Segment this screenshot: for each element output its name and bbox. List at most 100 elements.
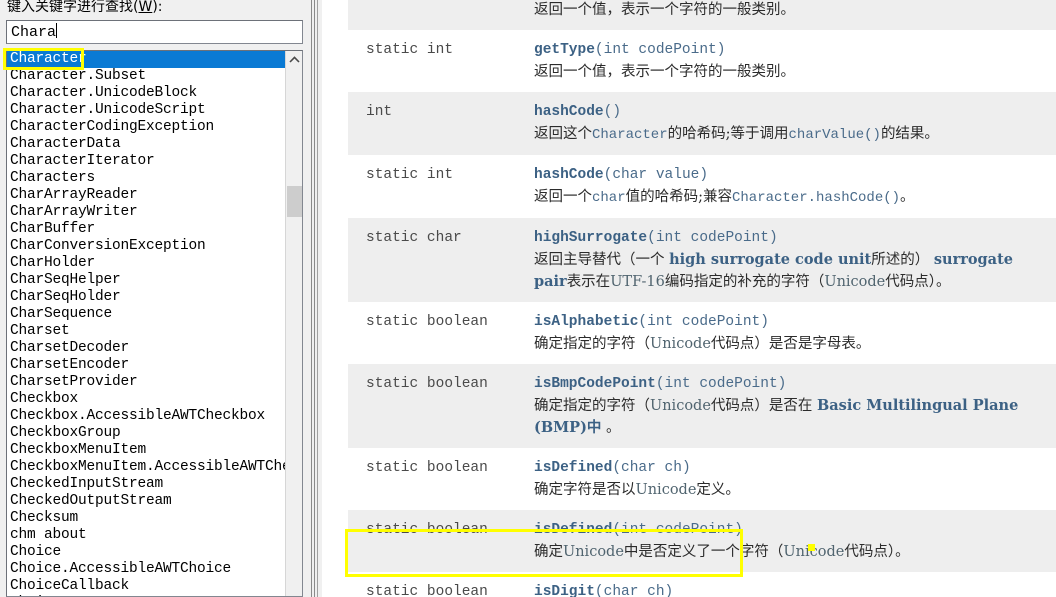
method-signature[interactable]: isBmpCodePoint(int codePoint): [534, 374, 1046, 395]
content-gutter: [322, 0, 348, 597]
index-list-item[interactable]: CharBuffer: [7, 221, 286, 238]
method-row: static int hashCode(char value) 返回一个char值的…: [348, 155, 1056, 218]
method-name-link[interactable]: isDefined: [534, 460, 612, 476]
method-row: static boolean isAlphabetic(int codePoint…: [348, 302, 1056, 364]
method-return-type: static boolean: [366, 584, 488, 597]
index-list-item[interactable]: Checkbox.AccessibleAWTCheckbox: [7, 408, 286, 425]
method-description: 返回一个值，表示一个字符的一般类别。: [534, 2, 795, 18]
method-signature[interactable]: isDigit(char ch): [534, 582, 1046, 597]
method-parameters: (int codePoint): [647, 230, 778, 246]
method-name-link[interactable]: getType: [534, 42, 595, 58]
index-list-item[interactable]: CharacterIterator: [7, 153, 286, 170]
index-list-item[interactable]: ChoiceFormat: [7, 595, 286, 596]
index-list-item[interactable]: CharConversionException: [7, 238, 286, 255]
index-list-item[interactable]: CharsetProvider: [7, 374, 286, 391]
index-list-item[interactable]: CheckboxGroup: [7, 425, 286, 442]
method-return-type: static boolean: [366, 460, 488, 476]
index-list-item[interactable]: CharSeqHelper: [7, 272, 286, 289]
index-list-item[interactable]: CharacterData: [7, 136, 286, 153]
method-body: isDigit(char ch)确定指定的字符是否是数字。: [534, 582, 1056, 597]
index-list-item[interactable]: chm about: [7, 527, 286, 544]
method-parameters: (): [603, 104, 622, 120]
method-name-link[interactable]: isAlphabetic: [534, 314, 638, 330]
index-list-item[interactable]: CharArrayWriter: [7, 204, 286, 221]
index-list-scrollbar[interactable]: [285, 51, 302, 596]
method-signature[interactable]: isAlphabetic(int codePoint): [534, 312, 1046, 333]
index-list-item[interactable]: CheckboxMenuItem: [7, 442, 286, 459]
splitter-line-middle: [314, 0, 315, 597]
method-parameters: (int codePoint): [612, 522, 743, 538]
splitter-line-right: [317, 0, 318, 597]
method-parameters: (int codePoint): [638, 314, 769, 330]
index-list-item[interactable]: CharSequence: [7, 306, 286, 323]
method-parameters: (char value): [603, 167, 709, 183]
index-list-item[interactable]: CheckedInputStream: [7, 476, 286, 493]
index-list-item[interactable]: Character.Subset: [7, 68, 286, 85]
method-name-link[interactable]: hashCode: [534, 104, 604, 120]
method-return-type: int: [366, 104, 393, 120]
index-list-item[interactable]: Checksum: [7, 510, 286, 527]
method-row: static boolean isDigit(char ch)确定指定的字符是否是…: [348, 572, 1056, 597]
index-list-item[interactable]: Character.UnicodeScript: [7, 102, 286, 119]
method-signature[interactable]: getType(int codePoint): [534, 40, 1046, 61]
app-root: 键入关键字进行查找(W): Chara Character Character.S…: [0, 0, 1056, 597]
scroll-up-button[interactable]: [286, 51, 302, 68]
method-signature[interactable]: hashCode(char value): [534, 165, 1046, 186]
method-name-link[interactable]: highSurrogate: [534, 230, 647, 246]
method-row: static boolean isDefined(int codePoint) 确定…: [348, 510, 1056, 572]
index-list-item[interactable]: CharsetEncoder: [7, 357, 286, 374]
method-return-type: static int: [366, 42, 454, 58]
method-body: hashCode(char value) 返回一个char值的哈希码;兼容Char…: [534, 165, 1056, 209]
method-name-link[interactable]: hashCode: [534, 167, 604, 183]
method-description: 确定Unicode中是否定义了一个字符（Unicode代码点）。: [534, 544, 910, 560]
method-signature[interactable]: isDefined(char ch): [534, 458, 1046, 479]
index-list-item[interactable]: Charset: [7, 323, 286, 340]
index-list-item[interactable]: CharSeqHolder: [7, 289, 286, 306]
index-list-item[interactable]: Choice.AccessibleAWTChoice: [7, 561, 286, 578]
method-row: static int getType(int codePoint) 返回一个值，表示…: [348, 30, 1056, 92]
method-return-type: static int: [348, 0, 534, 21]
index-list[interactable]: Character Character.Subset Character.Unico…: [7, 51, 286, 596]
method-return-type: static char: [366, 230, 462, 246]
chm-index-pane: 键入关键字进行查找(W): Chara Character Character.S…: [0, 0, 320, 597]
method-row: static boolean isBmpCodePoint(int codePoi…: [348, 364, 1056, 448]
index-list-item[interactable]: Characters: [7, 170, 286, 187]
scrollbar-thumb[interactable]: [287, 186, 302, 217]
index-list-item[interactable]: CharArrayReader: [7, 187, 286, 204]
index-list-item[interactable]: CharsetDecoder: [7, 340, 286, 357]
method-return-type: static boolean: [366, 522, 488, 538]
method-description: 确定指定的字符（Unicode代码点）是否在 Basic Multilingua…: [534, 397, 1019, 436]
method-description: 返回主导替代（一个 high surrogate code unit所述的） s…: [534, 251, 1013, 290]
text-caret: [56, 23, 58, 38]
method-return-type: static boolean: [366, 376, 488, 392]
method-signature[interactable]: isDefined(int codePoint): [534, 520, 1046, 541]
index-list-item[interactable]: CheckboxMenuItem.AccessibleAWTChecl: [7, 459, 286, 476]
method-name-link[interactable]: isBmpCodePoint: [534, 376, 656, 392]
method-name-link[interactable]: isDigit: [534, 584, 595, 597]
index-listbox[interactable]: Character Character.Subset Character.Unico…: [6, 50, 303, 597]
index-list-item[interactable]: CheckedOutputStream: [7, 493, 286, 510]
index-search-label-prefix: 键入关键字进行查找(: [7, 0, 139, 15]
method-body: highSurrogate(int codePoint) 返回主导替代（一个 hi…: [534, 228, 1056, 293]
method-summary-table: static int getType (char ch) 返回一个值，表示一个字符的一…: [348, 0, 1056, 597]
index-list-item[interactable]: CharacterCodingException: [7, 119, 286, 136]
method-description: 返回一个值，表示一个字符的一般类别。: [534, 64, 795, 80]
index-list-item[interactable]: Character: [7, 51, 286, 68]
method-description: 确定指定的字符（Unicode代码点）是否是字母表。: [534, 336, 871, 352]
index-list-item[interactable]: Choice: [7, 544, 286, 561]
method-description: 确定字符是否以Unicode定义。: [534, 482, 740, 498]
annotation-dot-marker: [808, 544, 815, 551]
index-list-item[interactable]: Character.UnicodeBlock: [7, 85, 286, 102]
method-parameters: (char ch): [594, 584, 674, 597]
index-list-item[interactable]: ChoiceCallback: [7, 578, 286, 595]
index-search-label-accelerator: W: [138, 0, 153, 15]
index-list-item[interactable]: CharHolder: [7, 255, 286, 272]
method-signature[interactable]: highSurrogate(int codePoint): [534, 228, 1046, 249]
method-signature[interactable]: hashCode(): [534, 102, 1046, 123]
method-body: hashCode() 返回这个Character的哈希码;等于调用charValu…: [534, 102, 1056, 146]
keyword-search-input[interactable]: Chara: [6, 20, 303, 44]
method-name-link[interactable]: isDefined: [534, 522, 612, 538]
method-body: getType(int codePoint) 返回一个值，表示一个字符的一般类别。: [534, 40, 1056, 83]
index-list-item[interactable]: Checkbox: [7, 391, 286, 408]
method-return-type: static boolean: [366, 314, 488, 330]
